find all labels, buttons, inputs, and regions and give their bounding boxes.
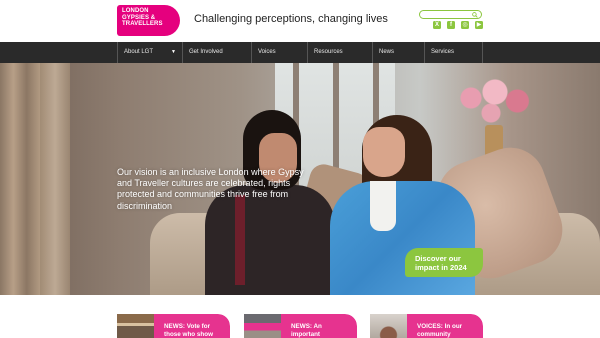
x-icon[interactable]: X xyxy=(433,21,441,29)
news-card-image xyxy=(117,314,154,338)
nav-item-label: About LGT xyxy=(124,49,154,55)
nav-item-label: Voices xyxy=(258,49,276,55)
main-nav: About LGT ▼ Get Involved Voices Resource… xyxy=(0,42,600,63)
logo-line-2: GYPSIES & xyxy=(122,14,156,21)
nav-item-label: News xyxy=(379,49,395,55)
nav-item-get-involved[interactable]: Get Involved xyxy=(182,42,251,63)
hero-photo-curtain xyxy=(40,63,70,295)
lgt-logo[interactable]: LONDON GYPSIES & TRAVELLERS xyxy=(117,5,180,36)
hero-photo-flowers xyxy=(455,68,535,128)
search-input[interactable] xyxy=(419,10,482,19)
search-icon[interactable] xyxy=(472,12,478,18)
news-card[interactable]: VOICES: In our community xyxy=(370,314,483,338)
chevron-down-icon: ▼ xyxy=(171,49,176,55)
logo-line-3: TRAVELLERS xyxy=(122,21,163,28)
youtube-icon[interactable]: ▶ xyxy=(475,21,483,29)
site-header: LONDON GYPSIES & TRAVELLERS Challenging … xyxy=(0,0,600,42)
news-card[interactable]: NEWS: An important xyxy=(244,314,357,338)
nav-item-label: Services xyxy=(431,49,455,55)
news-card-title: VOICES: In our community xyxy=(417,323,463,338)
vision-statement: Our vision is an inclusive London where … xyxy=(117,167,304,211)
nav-item-label: Resources xyxy=(314,49,343,55)
news-card-image xyxy=(370,314,407,338)
nav-item-resources[interactable]: Resources xyxy=(307,42,372,63)
nav-item-about[interactable]: About LGT ▼ xyxy=(117,42,182,63)
discover-impact-button[interactable]: Discover our impact in 2024 xyxy=(405,248,483,277)
news-card[interactable]: NEWS: Vote for those who show xyxy=(117,314,230,338)
hero-banner: Our vision is an inclusive London where … xyxy=(0,63,600,295)
instagram-icon[interactable]: ◎ xyxy=(461,21,469,29)
news-card-title: NEWS: Vote for those who show xyxy=(164,323,213,338)
nav-item-voices[interactable]: Voices xyxy=(251,42,307,63)
news-card-image xyxy=(244,314,281,338)
social-links: X f ◎ ▶ xyxy=(433,21,483,29)
nav-item-services[interactable]: Services xyxy=(424,42,483,63)
nav-item-label: Get Involved xyxy=(189,49,223,55)
hero-photo-curtain xyxy=(0,63,40,295)
nav-item-news[interactable]: News xyxy=(372,42,424,63)
facebook-icon[interactable]: f xyxy=(447,21,455,29)
news-card-title: NEWS: An important xyxy=(291,323,322,338)
logo-line-1: LONDON xyxy=(122,8,149,14)
site-tagline: Challenging perceptions, changing lives xyxy=(194,13,388,25)
